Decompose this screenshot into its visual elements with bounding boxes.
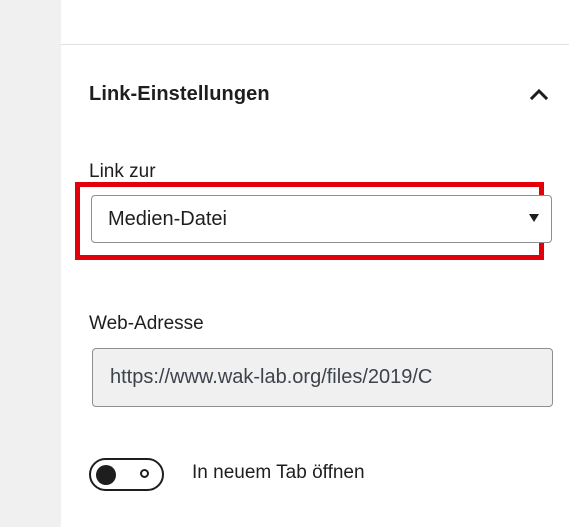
- web-address-value: https://www.wak-lab.org/files/2019/C: [110, 366, 433, 388]
- panel-divider: [61, 44, 569, 45]
- toggle-off-indicator-icon: [140, 469, 149, 478]
- collapse-section-button[interactable]: [524, 80, 554, 108]
- link-settings-heading: Link-Einstellungen: [89, 83, 270, 105]
- open-new-tab-label[interactable]: In neuem Tab öffnen: [192, 462, 365, 484]
- link-to-selected-value: Medien-Datei: [108, 207, 227, 230]
- open-new-tab-toggle[interactable]: [89, 458, 164, 491]
- web-address-field[interactable]: https://www.wak-lab.org/files/2019/C: [92, 348, 553, 407]
- web-address-label: Web-Adresse: [89, 313, 204, 334]
- editor-gutter: [0, 0, 61, 527]
- link-to-label: Link zur: [89, 161, 156, 182]
- block-settings-screen: Link-Einstellungen Link zur Medien-Datei…: [0, 0, 569, 527]
- link-to-select[interactable]: Medien-Datei: [91, 195, 552, 243]
- toggle-knob: [96, 465, 116, 485]
- caret-down-icon: [529, 214, 539, 222]
- link-settings-panel: Link-Einstellungen Link zur Medien-Datei…: [61, 0, 569, 527]
- chevron-up-icon: [530, 88, 548, 100]
